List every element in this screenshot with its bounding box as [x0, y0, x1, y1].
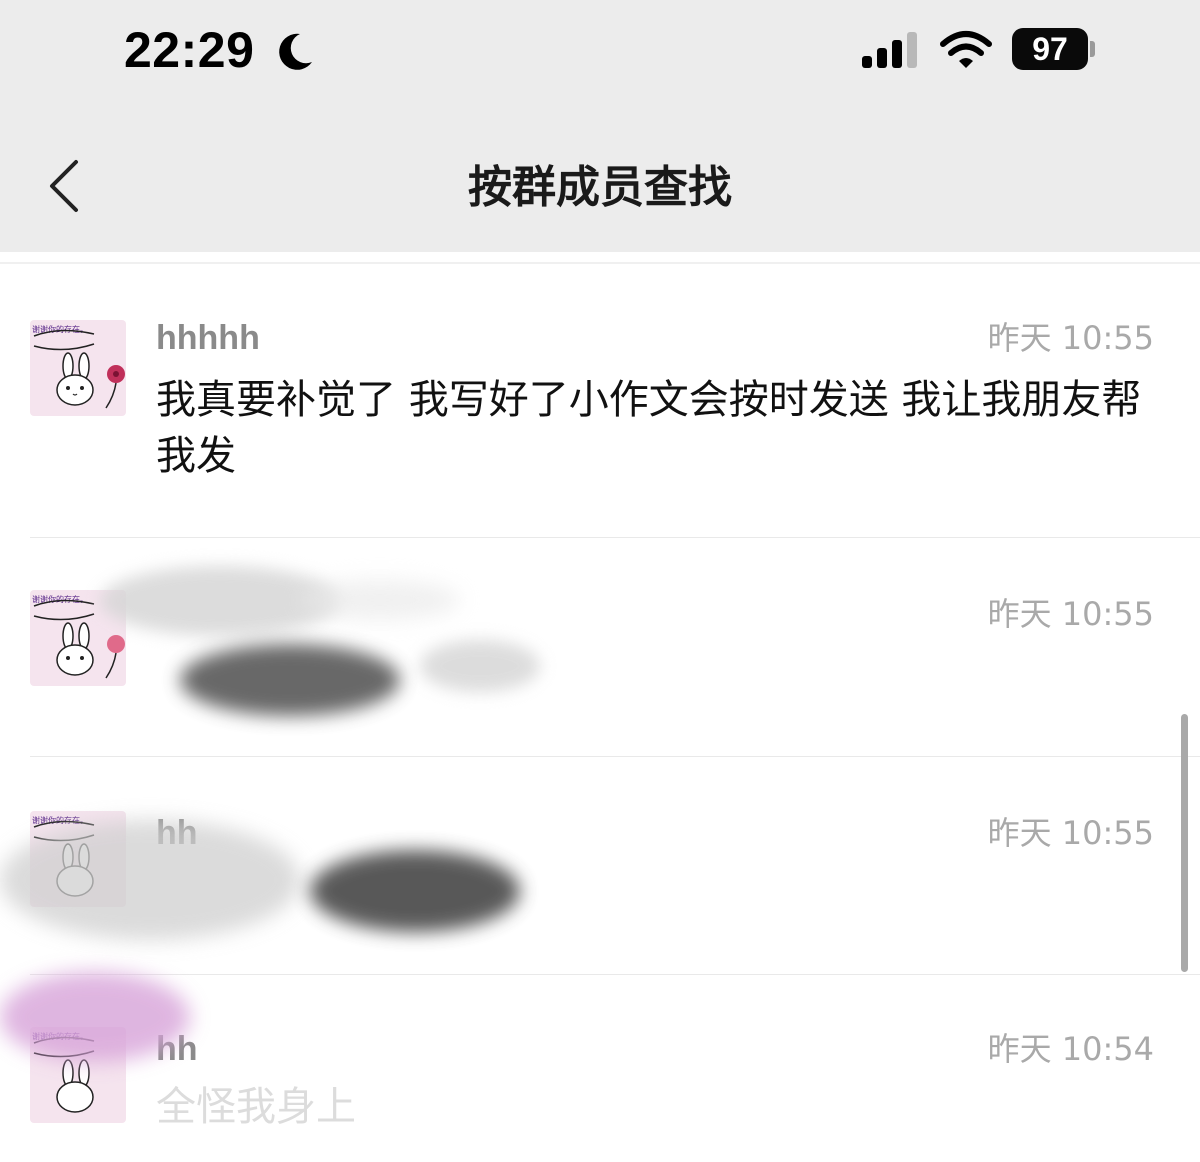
message-time: 昨天 10:54 [987, 1030, 1154, 1068]
battery-cap [1090, 41, 1095, 57]
message-content: 全怪我身上 [156, 1084, 356, 1130]
battery-icon: 97 [1012, 28, 1088, 70]
sender-name: hh [156, 1030, 198, 1068]
bunny-avatar-image [33, 329, 125, 409]
bunny-avatar-image [33, 820, 95, 897]
cellular-signal-icon [862, 32, 917, 68]
wifi-icon [940, 31, 992, 68]
page-title: 按群成员查找 [468, 162, 732, 213]
message-content: 我真要补觉了 我写好了小作文会按时发送 我让我朋友帮我发 [156, 377, 1142, 479]
avatar[interactable]: 谢谢你的存在。 [30, 320, 126, 416]
moon-icon [279, 33, 312, 70]
status-time: 22:29 [124, 22, 255, 78]
message-item[interactable]: 谢谢你的存在。 昨天 10:55 [0, 538, 1200, 756]
avatar[interactable]: 谢谢你的存在。 [30, 1027, 126, 1123]
message-item[interactable]: 谢谢你的存在。 hhhhh 昨天 10:55 我真要补觉了 我写好了小作文会按时… [0, 264, 1200, 537]
message-item[interactable]: 谢谢你的存在。 hh 昨天 10:54 全怪我身上 [0, 975, 1200, 1162]
avatar[interactable]: 谢谢你的存在。 [30, 590, 126, 686]
bunny-avatar-image [33, 1036, 95, 1113]
bunny-avatar-image [33, 599, 125, 679]
sender-name: hhhhh [156, 319, 260, 357]
message-time: 昨天 10:55 [987, 595, 1154, 633]
scrollbar[interactable] [1181, 714, 1188, 972]
message-time: 昨天 10:55 [987, 814, 1154, 852]
message-item[interactable]: 谢谢你的存在。 hh 昨天 10:55 [0, 757, 1200, 974]
sender-name: hh [156, 814, 198, 852]
avatar[interactable]: 谢谢你的存在。 [30, 811, 126, 907]
top-bar: 22:29 97 按群成员查找 [0, 0, 1200, 252]
message-time: 昨天 10:55 [987, 319, 1154, 357]
